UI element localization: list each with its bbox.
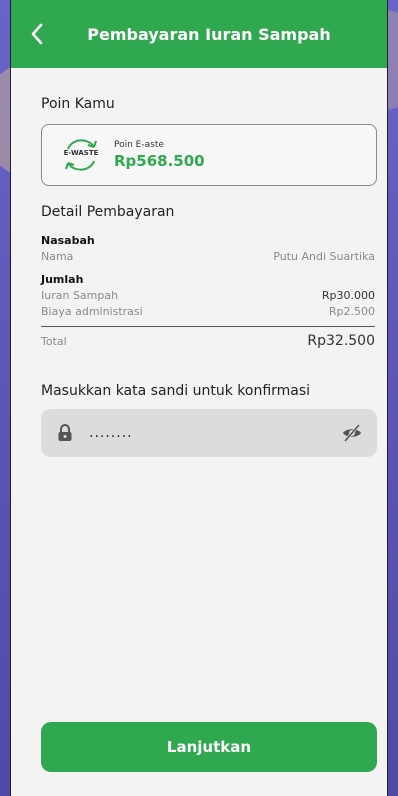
nama-label: Nama: [41, 250, 74, 263]
ewaste-logo: E-WASTE: [60, 137, 102, 173]
poin-section-title: Poin Kamu: [41, 96, 115, 112]
password-field[interactable]: [41, 409, 377, 457]
chevron-left-icon: [31, 23, 43, 45]
back-button[interactable]: [25, 20, 49, 48]
nasabah-label: Nasabah: [41, 234, 95, 247]
poin-label: Poin E-aste: [114, 140, 164, 150]
app-screen: Pembayaran Iuran Sampah Poin Kamu E-WAST…: [10, 0, 388, 796]
password-prompt: Masukkan kata sandi untuk konfirmasi: [41, 383, 311, 399]
app-header: Pembayaran Iuran Sampah: [11, 0, 387, 68]
poin-card: E-WASTE Poin E-aste Rp568.500: [41, 124, 377, 186]
iuran-label: Iuran Sampah: [41, 289, 119, 302]
divider: [41, 326, 375, 327]
ewaste-logo-text: E-WASTE: [63, 149, 99, 157]
detail-section-title: Detail Pembayaran: [41, 204, 175, 220]
total-value: Rp32.500: [307, 333, 375, 349]
iuran-row: Iuran Sampah Rp30.000: [41, 289, 375, 302]
admin-label: Biaya administrasi: [41, 305, 143, 318]
iuran-value: Rp30.000: [321, 289, 375, 302]
nama-row: Nama Putu Andi Suartika: [41, 250, 375, 263]
continue-button[interactable]: Lanjutkan: [41, 722, 377, 772]
jumlah-label: Jumlah: [41, 273, 84, 286]
nama-value: Putu Andi Suartika: [273, 250, 375, 263]
password-input[interactable]: [89, 425, 341, 441]
total-row: Total Rp32.500: [41, 333, 375, 349]
poin-info: Poin E-aste Rp568.500: [114, 140, 205, 170]
main-content: Poin Kamu E-WASTE Poin E-aste Rp568.500 …: [11, 96, 387, 457]
lock-icon: [58, 424, 72, 441]
admin-row: Biaya administrasi Rp2.500: [41, 305, 375, 318]
admin-value: Rp2.500: [328, 305, 375, 318]
poin-value: Rp568.500: [114, 152, 205, 170]
page-title: Pembayaran Iuran Sampah: [87, 24, 331, 44]
total-label: Total: [41, 334, 67, 348]
eye-off-icon[interactable]: [341, 422, 363, 444]
